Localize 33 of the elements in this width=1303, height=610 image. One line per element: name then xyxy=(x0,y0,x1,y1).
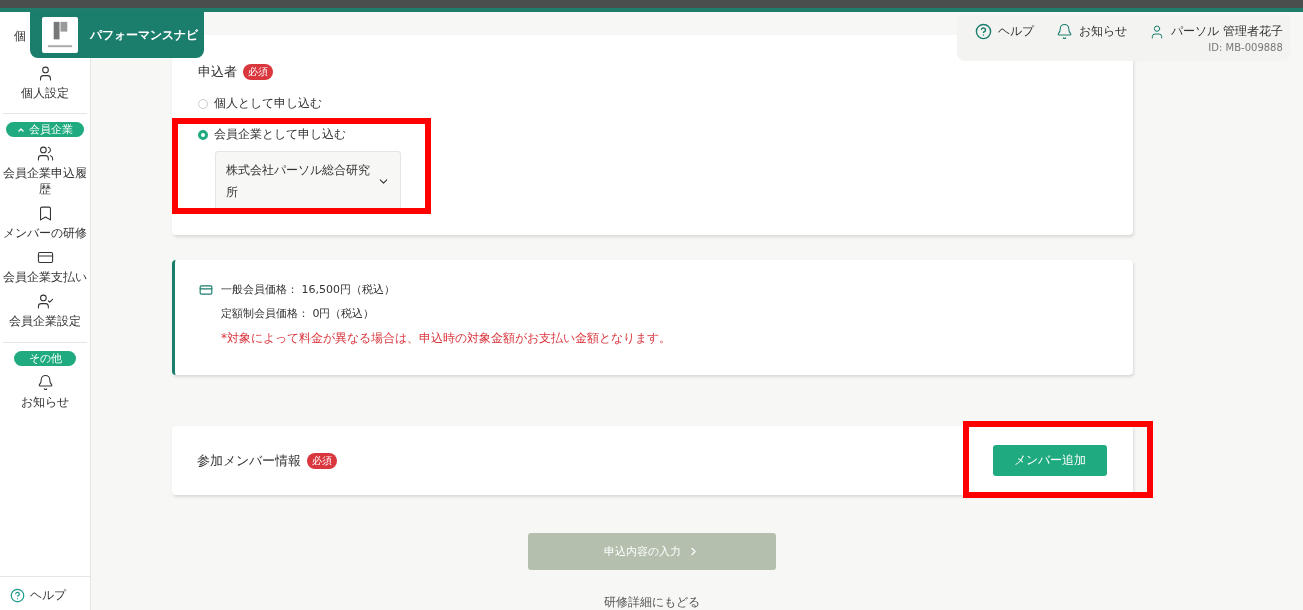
sidebar-label: 個 xyxy=(14,28,26,45)
sidebar-item[interactable]: メンバーの研修 xyxy=(0,201,90,246)
sidebar-item[interactable]: お知らせ xyxy=(0,369,90,414)
bell-icon xyxy=(1056,23,1073,40)
help-link[interactable]: ヘルプ xyxy=(975,23,1034,40)
price-note: *対象によって料金が異なる場合は、申込時の対象金額がお支払い金額となります。 xyxy=(221,330,672,347)
section-title: 申込者 xyxy=(198,63,237,81)
help-link[interactable]: ヘルプ xyxy=(0,576,90,610)
user-icon xyxy=(1149,23,1165,40)
price-text: 定額制会員価格： 0円（税込） xyxy=(221,306,375,321)
section-badge: その他 xyxy=(14,350,76,366)
back-link[interactable]: 研修詳細にもどる xyxy=(528,594,776,610)
sidebar-item[interactable]: 会員企業設定 xyxy=(0,289,90,334)
required-badge: 必須 xyxy=(243,64,273,80)
sidebar-item[interactable]: 会員企業支払い xyxy=(0,245,90,290)
section-title: 参加メンバー情報 xyxy=(197,451,301,470)
brand-name: パフォーマンスナビ xyxy=(90,26,198,44)
sidebar-item[interactable]: 個人設定 xyxy=(0,61,90,106)
radio-option[interactable]: 会員企業として申し込む xyxy=(198,126,346,143)
help-icon xyxy=(975,23,992,40)
people-icon xyxy=(36,145,54,163)
user-menu[interactable]: パーソル 管理者花子 xyxy=(1149,23,1283,40)
price-text: 一般会員価格： 16,500円（税込） xyxy=(221,282,395,297)
required-badge: 必須 xyxy=(307,452,337,469)
card-icon xyxy=(199,282,213,297)
person-check-icon xyxy=(36,293,54,311)
logo-icon xyxy=(42,17,78,53)
sidebar-item[interactable]: 会員企業申込履歴 xyxy=(0,141,90,202)
notifications-link[interactable]: お知らせ xyxy=(1056,23,1127,40)
radio-option[interactable]: 個人として申し込む xyxy=(198,95,322,112)
bell-icon xyxy=(36,373,54,391)
help-icon xyxy=(10,588,25,603)
user-id: ID: MB-009888 xyxy=(1208,42,1283,53)
